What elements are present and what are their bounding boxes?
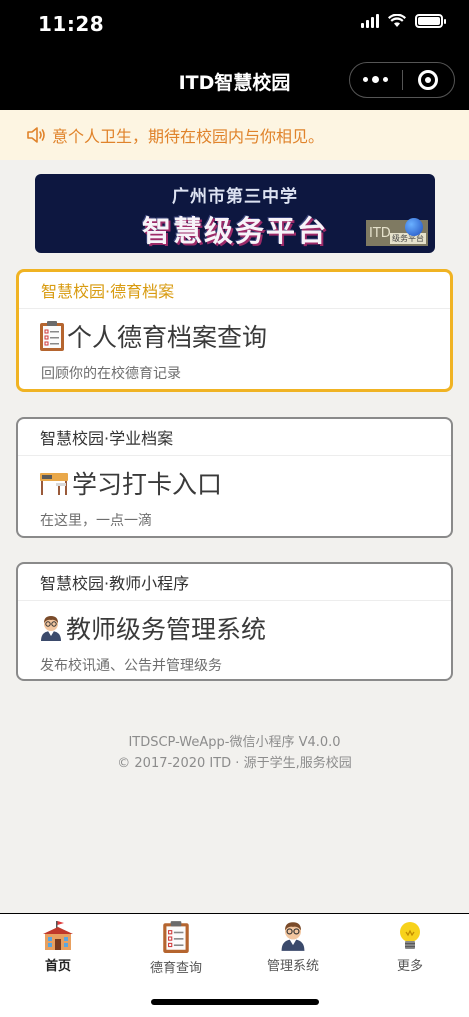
tab-label: 首页 (44, 959, 71, 974)
wifi-icon (388, 14, 406, 27)
banner-subtitle: 广州市第三中学 (172, 187, 298, 207)
footer-version: ITDSCP-WeApp-微信小程序 V4.0.0 (128, 735, 341, 750)
card-header: 智慧校园·教师小程序 (18, 564, 451, 601)
card-header: 智慧校园·学业档案 (18, 419, 451, 456)
desk-icon (40, 473, 68, 495)
card-body: 个人德育档案查询 (19, 313, 450, 359)
tab-more[interactable]: 更多 (360, 920, 460, 974)
status-icons (361, 14, 446, 28)
banner-logo-text: ITD (369, 225, 391, 241)
banner-logo-tag: 级务平台 (390, 233, 426, 244)
mini-program-capsule (349, 62, 455, 98)
tab-moral-query[interactable]: 德育查询 (126, 920, 226, 976)
clipboard-icon (40, 321, 64, 351)
card-body: 学习打卡入口 (18, 460, 451, 506)
teacher-icon (41, 616, 61, 641)
notice-bar[interactable]: 意个人卫生，期待在校园内与你相见。 (0, 110, 469, 160)
status-bar: 11:28 (0, 0, 469, 52)
tab-management[interactable]: 管理系统 (243, 920, 343, 974)
more-options-icon[interactable] (350, 76, 402, 83)
status-time: 11:28 (38, 12, 105, 36)
card-title: 个人德育档案查询 (67, 323, 268, 352)
card-description: 发布校讯通、公告并管理级务 (40, 658, 222, 674)
footer: ITDSCP-WeApp-微信小程序 V4.0.0 © 2017-2020 IT… (0, 732, 469, 774)
card-body: 教师级务管理系统 (18, 605, 451, 651)
teacher-system-card[interactable]: 智慧校园·教师小程序 教师级务管理系统 发布校讯通、公告并管理级务 (16, 562, 453, 681)
planet-icon (405, 218, 423, 236)
tab-label: 更多 (396, 959, 423, 974)
nav-bar: ITD智慧校园 (0, 52, 469, 110)
moral-archive-card[interactable]: 智慧校园·德育档案 个人德育档案查询 回顾你的在校德育记录 (16, 269, 453, 392)
tab-label: 管理系统 (266, 959, 319, 974)
card-title: 学习打卡入口 (72, 470, 223, 499)
banner-image[interactable]: 广州市第三中学 智慧级务平台 ITD 级务平台 (35, 174, 435, 253)
study-archive-card[interactable]: 智慧校园·学业档案 学习打卡入口 在这里，一点一滴 (16, 417, 453, 538)
school-icon (43, 921, 73, 950)
close-mini-program-icon[interactable] (402, 70, 454, 90)
card-header: 智慧校园·德育档案 (19, 272, 450, 309)
home-indicator (151, 999, 319, 1005)
footer-copyright: © 2017-2020 ITD · 源于学生,服务校园 (117, 756, 352, 771)
tab-home[interactable]: 首页 (8, 920, 108, 974)
card-description: 在这里，一点一滴 (40, 513, 152, 529)
teacher-icon (281, 922, 305, 951)
speaker-icon (27, 127, 45, 143)
signal-icon (361, 14, 379, 28)
card-title: 教师级务管理系统 (66, 615, 267, 644)
battery-icon (415, 14, 446, 28)
card-description: 回顾你的在校德育记录 (41, 366, 181, 382)
clipboard-icon (163, 921, 189, 953)
lightbulb-icon (400, 922, 420, 949)
tab-label: 德育查询 (149, 961, 202, 976)
notice-text: 意个人卫生，期待在校园内与你相见。 (52, 127, 325, 146)
